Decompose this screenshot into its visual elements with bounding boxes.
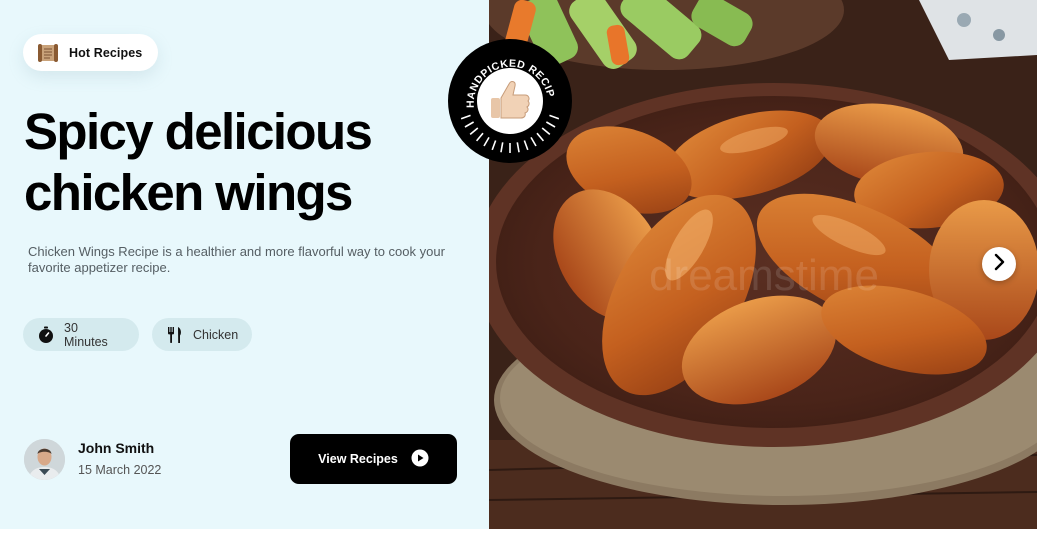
- recipe-title: Spicy delicious chicken wings: [24, 101, 464, 223]
- watermark-text: dreamstime: [649, 251, 879, 300]
- handpicked-recipes-stamp: HANDPICKED RECIPES: [443, 29, 573, 164]
- cook-time-label: 30 Minutes: [64, 320, 108, 349]
- chevron-right-icon: [992, 253, 1006, 276]
- play-circle-icon: [411, 449, 429, 470]
- category-chip: Chicken: [152, 318, 252, 351]
- recipe-hero-card: Hot Recipes Spicy delicious chicken wing…: [0, 0, 1037, 529]
- scroll-icon: [37, 43, 59, 63]
- view-recipes-label: View Recipes: [318, 452, 398, 466]
- recipe-info-panel: Hot Recipes Spicy delicious chicken wing…: [0, 0, 489, 529]
- badge-label: Hot Recipes: [69, 45, 143, 60]
- recipe-title-line-1: Spicy delicious: [24, 103, 373, 160]
- author-avatar[interactable]: [24, 439, 65, 480]
- category-label: Chicken: [193, 327, 239, 342]
- fork-knife-icon: [166, 326, 184, 344]
- hot-recipes-badge: Hot Recipes: [23, 34, 159, 71]
- recipe-description: Chicken Wings Recipe is a healthier and …: [28, 244, 445, 275]
- cook-time-chip: 30 Minutes: [23, 318, 139, 351]
- author-name: John Smith: [78, 440, 155, 456]
- view-recipes-button[interactable]: View Recipes: [290, 434, 457, 484]
- timer-icon: [37, 326, 55, 344]
- recipe-title-line-2: chicken wings: [24, 164, 353, 221]
- publish-date: 15 March 2022: [78, 463, 162, 477]
- next-slide-button[interactable]: [982, 247, 1016, 281]
